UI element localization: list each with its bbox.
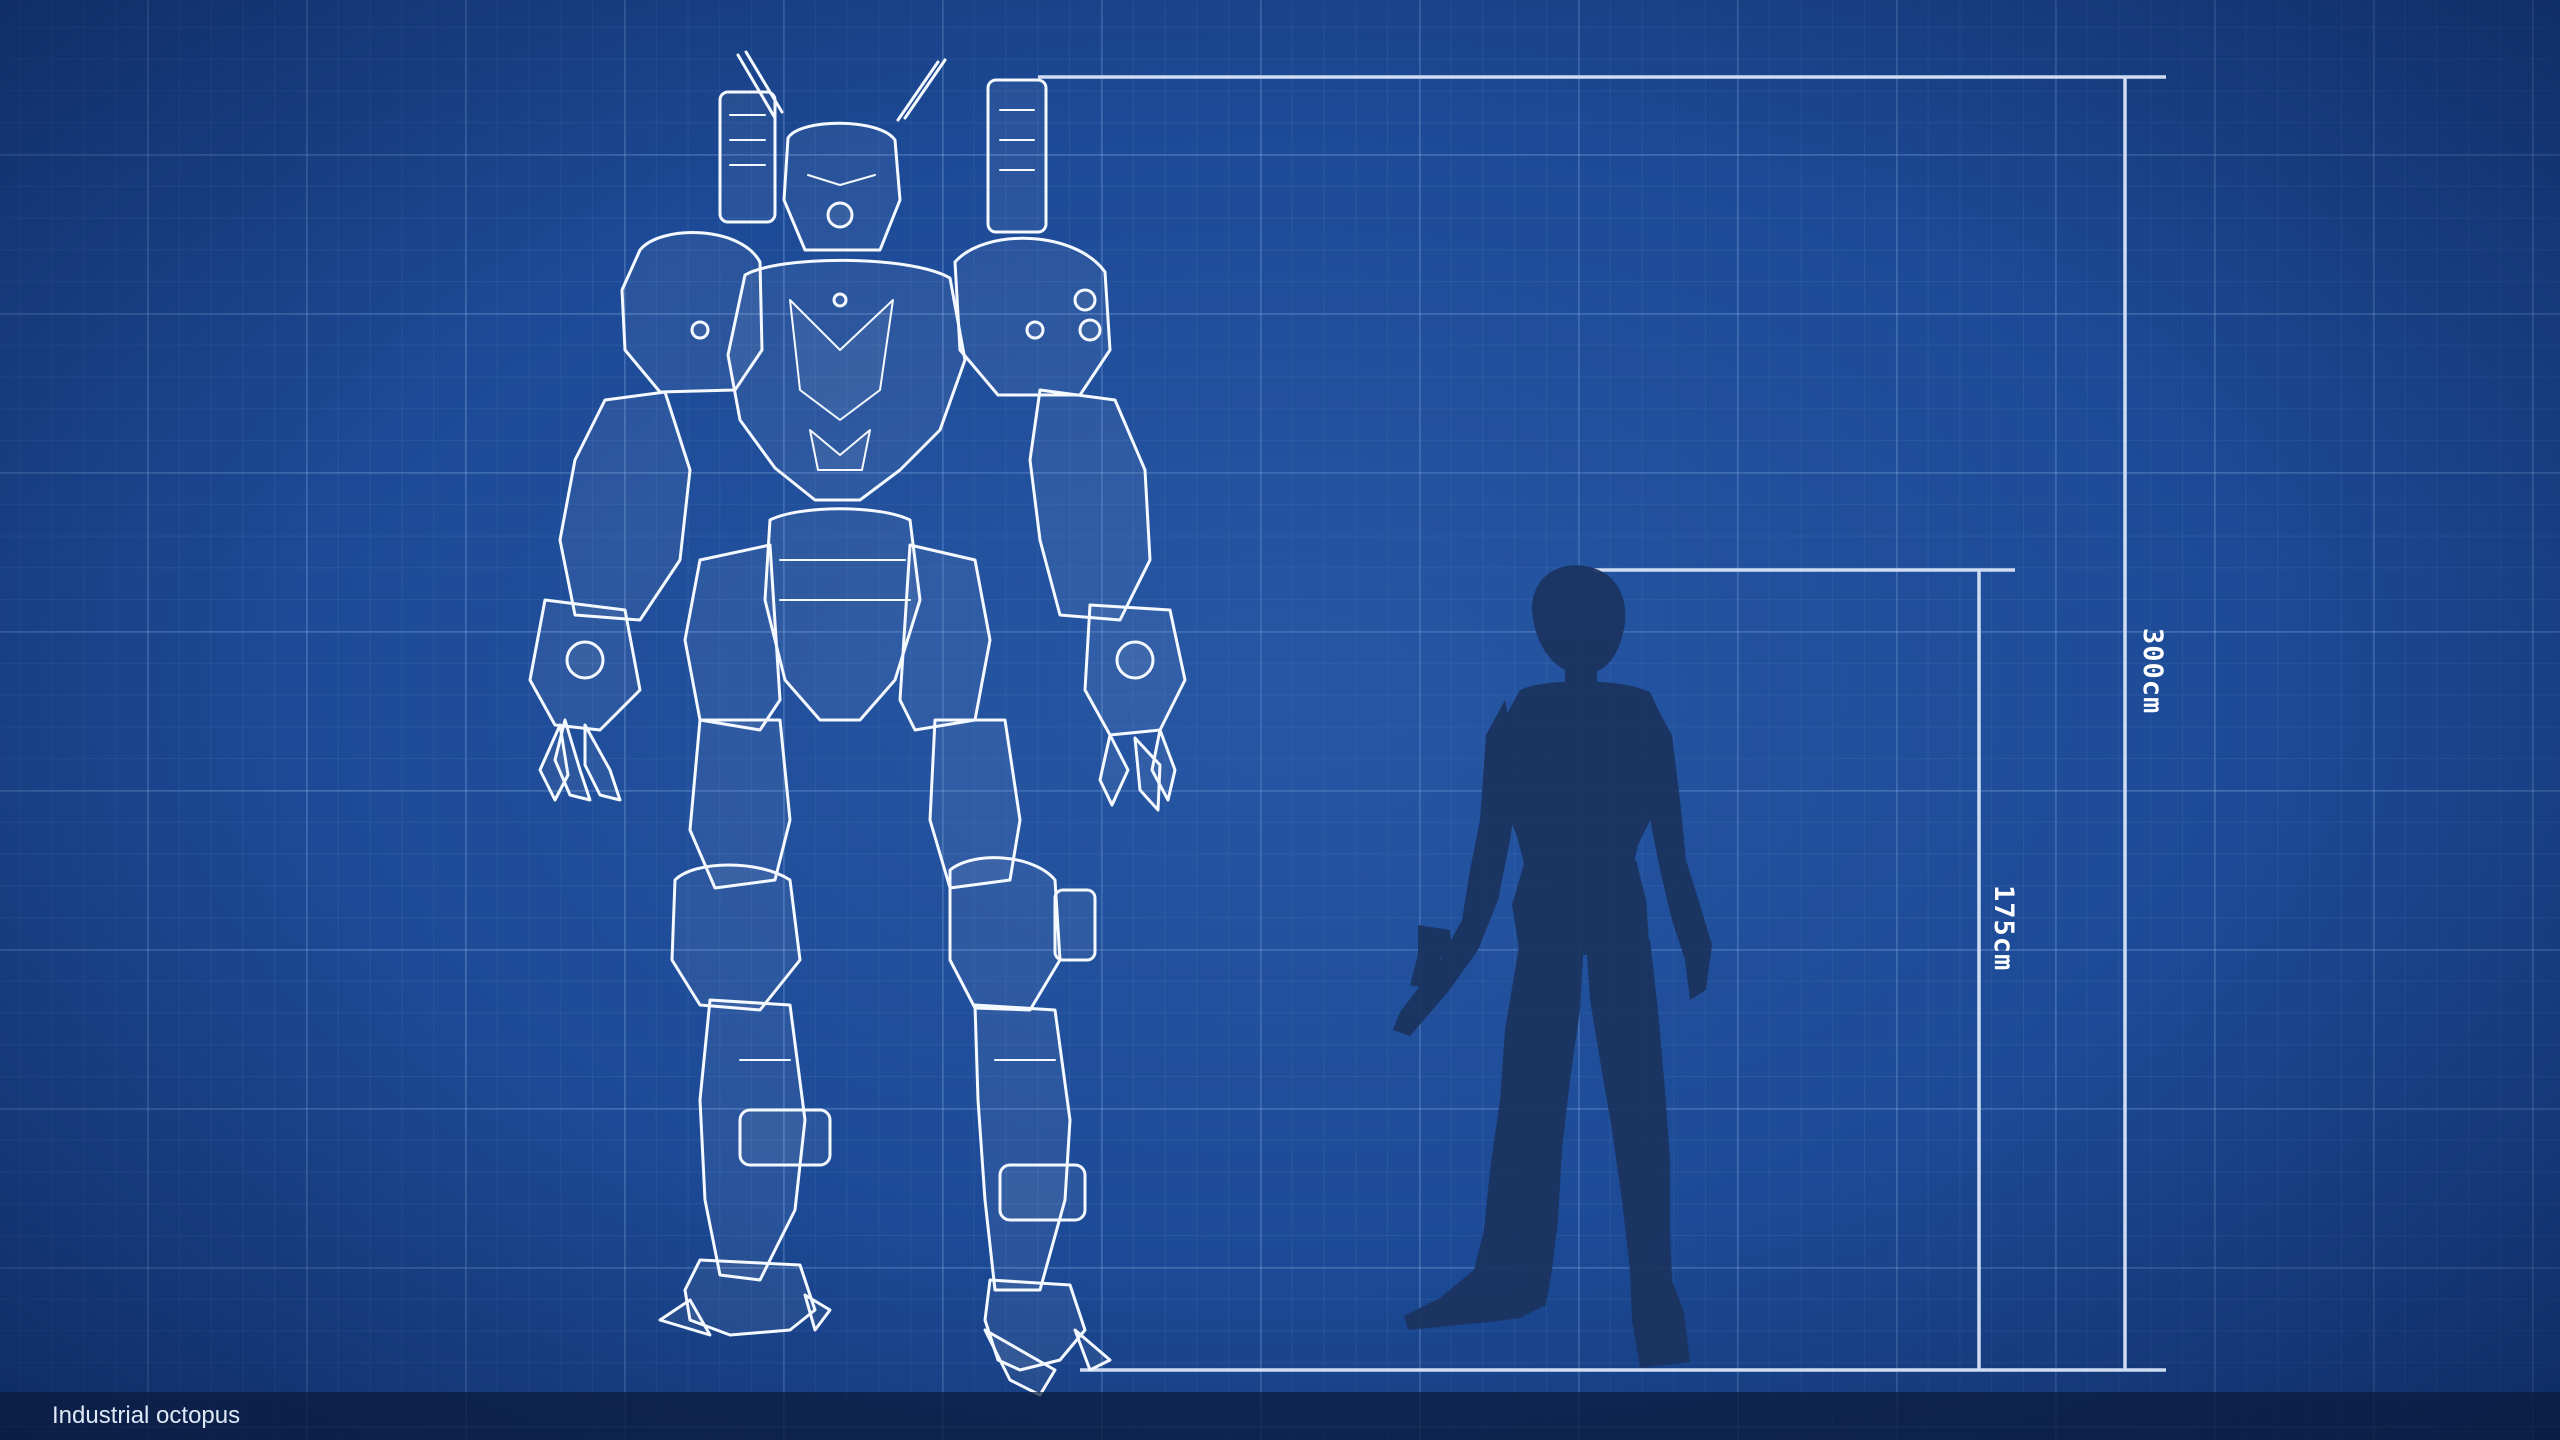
- human-silhouette: [1393, 565, 1712, 1368]
- human-height-label: 175cm: [1988, 885, 2019, 972]
- robot-height-label: 300cm: [2137, 628, 2168, 715]
- blueprint-canvas: 300cm 175cm Industrial octopus: [0, 0, 2560, 1440]
- image-caption: Industrial octopus: [52, 1402, 241, 1429]
- robot-mech-lineart: [528, 50, 1187, 1397]
- caption-bar: Industrial octopus: [0, 1392, 2560, 1440]
- blueprint-drawing: [528, 50, 2166, 1397]
